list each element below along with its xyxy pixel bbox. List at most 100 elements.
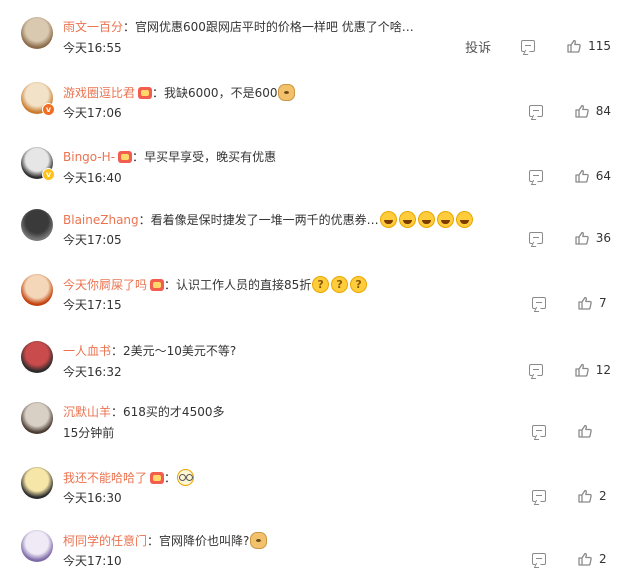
comment-text: 官网优惠600跟网店平时的价格一样吧 优惠了个啥… xyxy=(135,20,414,34)
separator-colon: ： xyxy=(111,344,124,358)
avatar[interactable] xyxy=(21,341,53,373)
comment-item: 今天你屙屎了吗 ：认识工作人员的直接85折今天17:15 7 xyxy=(0,272,641,332)
reply-icon[interactable] xyxy=(532,425,546,437)
laugh-emoji-icon xyxy=(417,211,435,228)
avatar[interactable] xyxy=(21,467,53,499)
username-link[interactable]: BlaineZhang xyxy=(63,213,139,227)
like-count: 2 xyxy=(599,552,607,566)
comment-text: 早买早享受，晚买有优惠 xyxy=(144,150,277,164)
separator-colon: ： xyxy=(132,150,145,164)
reply-icon[interactable] xyxy=(528,105,543,117)
username-link[interactable]: Bingo-H- xyxy=(63,150,115,164)
comment-actions: 12 xyxy=(528,361,611,379)
avatar-image xyxy=(21,402,53,434)
username-link[interactable]: 今天你屙屎了吗 xyxy=(63,278,147,292)
comment-time: 今天16:32 xyxy=(63,365,122,379)
avatar-image xyxy=(21,467,53,499)
comment-text: 618买的才4500多 xyxy=(123,405,225,419)
comment-line: 游戏圈逗比君 ：我缺6000，不是600 xyxy=(63,84,296,101)
reply-icon[interactable] xyxy=(528,232,543,244)
comment-time: 今天17:06 xyxy=(63,106,122,120)
avatar-image xyxy=(21,209,53,241)
verified-badge-icon: v xyxy=(42,103,55,116)
separator-colon: ： xyxy=(164,278,177,292)
member-badge-icon xyxy=(150,279,165,291)
comment-time: 今天17:10 xyxy=(63,554,122,568)
comment-line: 沉默山羊：618买的才4500多 xyxy=(63,404,224,420)
avatar-image xyxy=(21,274,53,306)
comment-item: 雨文一百分：官网优惠600跟网店平时的价格一样吧 优惠了个啥… 今天16:55 投诉… xyxy=(0,15,641,75)
like-count: 2 xyxy=(599,489,607,503)
comment-time: 今天17:15 xyxy=(63,298,122,312)
avatar[interactable] xyxy=(21,274,53,306)
avatar[interactable] xyxy=(21,17,53,49)
avatar[interactable] xyxy=(21,402,53,434)
comment-item: 柯同学的任意门：官网降价也叫降? 今天17:10 2 xyxy=(0,528,641,588)
comment-item: v Bingo-H- ：早买早享受，晚买有优惠 今天16:40 64 xyxy=(0,145,641,205)
avatar[interactable] xyxy=(21,209,53,241)
think-emoji-icon xyxy=(350,276,368,293)
avatar[interactable] xyxy=(21,530,53,562)
like-icon[interactable] xyxy=(575,231,589,245)
like-icon[interactable] xyxy=(578,296,592,310)
username-link[interactable]: 柯同学的任意门 xyxy=(63,534,147,548)
member-badge-icon xyxy=(138,87,153,99)
report-button[interactable]: 投诉 xyxy=(465,37,491,56)
comment-item: 沉默山羊：618买的才4500多 15分钟前 xyxy=(0,400,641,460)
username-link[interactable]: 游戏圈逗比君 xyxy=(63,86,135,100)
reply-icon[interactable] xyxy=(532,297,546,309)
comment-line: 我还不能哈哈了 ： xyxy=(63,469,195,486)
like-icon[interactable] xyxy=(575,363,589,377)
laugh-emoji-icon xyxy=(379,211,397,228)
comment-actions: 2 xyxy=(532,550,611,568)
like-icon[interactable] xyxy=(578,489,592,503)
comment-line: BlaineZhang：看着像是保时捷发了一堆一两千的优惠券… xyxy=(63,211,474,228)
comment-item: v 游戏圈逗比君 ：我缺6000，不是600 今天17:06 84 xyxy=(0,80,641,140)
separator-colon: ： xyxy=(123,20,136,34)
separator-colon: ： xyxy=(138,213,151,227)
like-icon[interactable] xyxy=(578,424,592,438)
like-count: 115 xyxy=(588,39,611,53)
comment-text: 我缺6000，不是600 xyxy=(164,86,278,100)
username-link[interactable]: 我还不能哈哈了 xyxy=(63,471,147,485)
comment-line: 一人血书：2美元～10美元不等? xyxy=(63,343,236,359)
member-badge-icon xyxy=(118,151,133,163)
reply-icon[interactable] xyxy=(521,40,536,52)
reply-icon[interactable] xyxy=(532,553,546,565)
comment-text: 官网降价也叫降? xyxy=(159,534,250,548)
comment-actions: 投诉 115 xyxy=(465,37,611,56)
username-link[interactable]: 一人血书 xyxy=(63,344,111,358)
doge-emoji-icon xyxy=(278,84,296,101)
comment-line: 柯同学的任意门：官网降价也叫降? xyxy=(63,532,268,549)
comment-actions: 84 xyxy=(528,102,611,120)
glasses-emoji-icon xyxy=(177,469,195,486)
like-icon[interactable] xyxy=(575,104,589,118)
like-icon[interactable] xyxy=(567,39,581,53)
avatar-image xyxy=(21,17,53,49)
reply-icon[interactable] xyxy=(528,364,543,376)
reply-icon[interactable] xyxy=(532,490,546,502)
comment-time: 今天16:55 xyxy=(63,41,122,55)
like-icon[interactable] xyxy=(575,169,589,183)
comment-text: 2美元～10美元不等? xyxy=(123,344,237,358)
avatar-image xyxy=(21,530,53,562)
comment-actions: 2 xyxy=(532,487,611,505)
verified-badge-icon: v xyxy=(42,168,55,181)
comment-text: 认识工作人员的直接85折 xyxy=(176,278,312,292)
member-badge-icon xyxy=(150,472,165,484)
separator-colon: ： xyxy=(111,405,124,419)
think-emoji-icon xyxy=(312,276,330,293)
comment-time: 15分钟前 xyxy=(63,426,115,440)
like-icon[interactable] xyxy=(578,552,592,566)
reply-icon[interactable] xyxy=(528,170,543,182)
comment-text: 看着像是保时捷发了一堆一两千的优惠券… xyxy=(150,213,379,227)
comment-time: 今天16:30 xyxy=(63,491,122,505)
comment-item: 一人血书：2美元～10美元不等? 今天16:32 12 xyxy=(0,339,641,399)
username-link[interactable]: 雨文一百分 xyxy=(63,20,123,34)
like-count: 84 xyxy=(595,104,611,118)
like-count: 64 xyxy=(595,169,611,183)
username-link[interactable]: 沉默山羊 xyxy=(63,405,111,419)
like-count: 36 xyxy=(595,231,611,245)
comment-line: Bingo-H- ：早买早享受，晚买有优惠 xyxy=(63,149,276,165)
comment-actions: 64 xyxy=(528,167,611,185)
